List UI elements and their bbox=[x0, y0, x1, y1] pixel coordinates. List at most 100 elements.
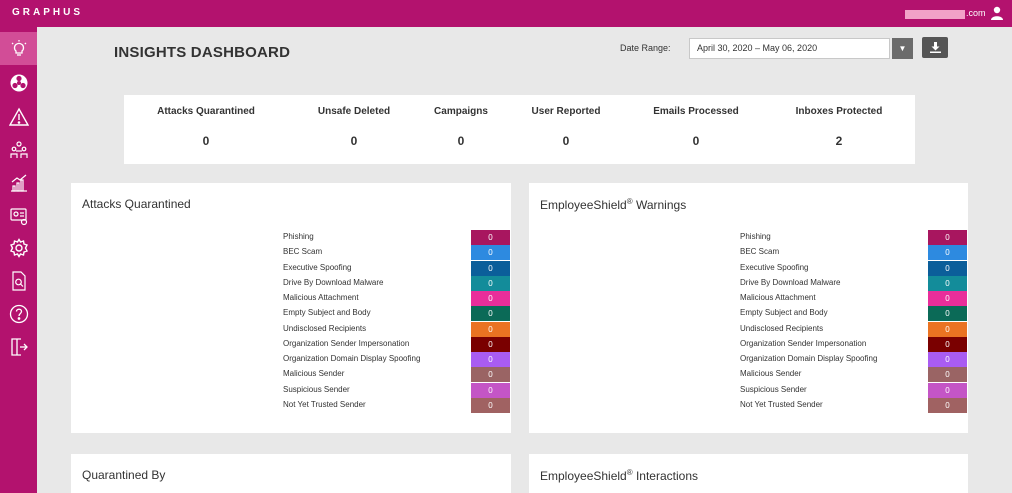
stat-user-reported[interactable]: User Reported 0 bbox=[516, 95, 616, 164]
sidebar-item-search-docs[interactable] bbox=[0, 264, 37, 297]
legend-row[interactable]: Empty Subject and Body 0 bbox=[283, 306, 513, 322]
legend-row[interactable]: Malicious Attachment 0 bbox=[740, 291, 970, 306]
legend-row[interactable]: Drive By Download Malware 0 bbox=[740, 275, 970, 291]
legend-label: Organization Domain Display Spoofing bbox=[740, 354, 878, 363]
stat-label: Emails Processed bbox=[653, 106, 739, 117]
biohazard-icon bbox=[10, 74, 27, 91]
legend-count: 0 bbox=[471, 260, 510, 276]
legend-count: 0 bbox=[471, 245, 510, 261]
warning-icon bbox=[8, 107, 29, 126]
legend-label: Empty Subject and Body bbox=[740, 308, 828, 318]
sidebar-item-help[interactable] bbox=[0, 297, 37, 330]
legend-row[interactable]: Suspicious Sender 0 bbox=[283, 382, 513, 398]
legend-row[interactable]: Phishing 0 bbox=[283, 230, 513, 245]
sidebar-item-identity[interactable] bbox=[0, 199, 37, 232]
legend-row[interactable]: Malicious Sender 0 bbox=[283, 367, 513, 383]
stat-value: 0 bbox=[350, 134, 358, 148]
quarantined-by-panel: Quarantined By bbox=[71, 454, 511, 493]
sidebar-item-biohazard[interactable] bbox=[0, 66, 37, 99]
legend-label: Undisclosed Recipients bbox=[740, 323, 824, 333]
date-range-dropdown-button[interactable]: ▼ bbox=[892, 38, 913, 59]
legend-row[interactable]: Drive By Download Malware 0 bbox=[283, 275, 513, 291]
legend-count: 0 bbox=[928, 230, 967, 245]
legend-count: 0 bbox=[471, 352, 510, 367]
chart-icon bbox=[10, 174, 27, 192]
legend-label: Organization Domain Display Spoofing bbox=[283, 354, 421, 363]
legend-label: Not Yet Trusted Sender bbox=[740, 399, 823, 409]
legend-count: 0 bbox=[928, 291, 967, 306]
users-icon bbox=[9, 140, 28, 158]
legend-count: 0 bbox=[471, 382, 510, 398]
legend-row[interactable]: Undisclosed Recipients 0 bbox=[740, 321, 970, 337]
legend-count: 0 bbox=[471, 275, 510, 291]
legend-row[interactable]: Organization Sender Impersonation 0 bbox=[283, 336, 513, 352]
legend-label: Suspicious Sender bbox=[740, 384, 807, 394]
sidebar-item-reports[interactable] bbox=[0, 166, 37, 199]
legend-row[interactable]: Executive Spoofing 0 bbox=[740, 260, 970, 276]
sidebar-item-logout[interactable] bbox=[0, 330, 37, 363]
stat-inboxes-protected[interactable]: Inboxes Protected 2 bbox=[781, 95, 897, 164]
stat-campaigns[interactable]: Campaigns 0 bbox=[421, 95, 501, 164]
legend-row[interactable]: BEC Scam 0 bbox=[740, 245, 970, 261]
stat-label: Campaigns bbox=[434, 106, 488, 117]
stat-attacks-quarantined[interactable]: Attacks Quarantined 0 bbox=[144, 95, 268, 164]
stat-label: Inboxes Protected bbox=[795, 106, 883, 117]
legend-count: 0 bbox=[471, 291, 510, 306]
sidebar-item-alerts[interactable] bbox=[0, 100, 37, 133]
summary-stats-card: Attacks Quarantined 0 Unsafe Deleted 0 C… bbox=[124, 95, 915, 164]
user-email-redacted bbox=[905, 10, 965, 19]
panel-title-text: EmployeeShield bbox=[540, 469, 627, 483]
legend-row[interactable]: Not Yet Trusted Sender 0 bbox=[283, 397, 513, 413]
legend-row[interactable]: Malicious Attachment 0 bbox=[283, 291, 513, 306]
panel-title: Quarantined By bbox=[82, 468, 166, 482]
panel-title-suffix: Warnings bbox=[632, 198, 687, 212]
stat-emails-processed[interactable]: Emails Processed 0 bbox=[641, 95, 751, 164]
date-range-input[interactable]: April 30, 2020 – May 06, 2020 bbox=[689, 38, 890, 59]
legend-count: 0 bbox=[928, 275, 967, 291]
logout-icon bbox=[10, 337, 28, 356]
download-button[interactable] bbox=[922, 37, 948, 58]
stat-value: 0 bbox=[562, 134, 570, 148]
legend-row[interactable]: Malicious Sender 0 bbox=[740, 367, 970, 383]
stat-label: User Reported bbox=[531, 106, 601, 117]
legend-row[interactable]: BEC Scam 0 bbox=[283, 245, 513, 261]
legend-count: 0 bbox=[471, 230, 510, 245]
legend-label: Organization Sender Impersonation bbox=[740, 338, 867, 348]
id-card-icon bbox=[9, 207, 27, 225]
sidebar-item-users[interactable] bbox=[0, 133, 37, 166]
legend-row[interactable]: Not Yet Trusted Sender 0 bbox=[740, 397, 970, 413]
graphus-logo[interactable]: GRAPHUS bbox=[12, 7, 83, 18]
legend-row[interactable]: Suspicious Sender 0 bbox=[740, 382, 970, 398]
legend-row[interactable]: Empty Subject and Body 0 bbox=[740, 306, 970, 322]
employeeshield-warnings-panel: EmployeeShield® Warnings Phishing 0 BEC Sc… bbox=[529, 183, 968, 433]
stat-unsafe-deleted[interactable]: Unsafe Deleted 0 bbox=[304, 95, 404, 164]
document-search-icon bbox=[11, 270, 26, 291]
panel-title: EmployeeShield® Interactions bbox=[540, 468, 698, 483]
legend-row[interactable]: Organization Sender Impersonation 0 bbox=[740, 336, 970, 352]
legend-count: 0 bbox=[471, 321, 510, 337]
legend-count: 0 bbox=[928, 260, 967, 276]
legend-label: Malicious Sender bbox=[283, 369, 345, 379]
legend-label: Drive By Download Malware bbox=[740, 277, 841, 287]
legend-label: Malicious Sender bbox=[740, 369, 802, 379]
sidebar-item-settings[interactable] bbox=[0, 231, 37, 264]
legend-row[interactable]: Organization Domain Display Spoofing 0 bbox=[283, 352, 513, 367]
panel-title: EmployeeShield® Warnings bbox=[540, 197, 686, 212]
user-email-domain[interactable]: .com bbox=[966, 8, 986, 18]
legend-row[interactable]: Organization Domain Display Spoofing 0 bbox=[740, 352, 970, 367]
legend-label: Undisclosed Recipients bbox=[283, 323, 367, 333]
panel-title-text: EmployeeShield bbox=[540, 198, 627, 212]
legend-count: 0 bbox=[928, 306, 967, 322]
legend-label: Phishing bbox=[283, 232, 314, 241]
main-content: INSIGHTS DASHBOARD Date Range: April 30,… bbox=[37, 27, 1012, 493]
legend-row[interactable]: Phishing 0 bbox=[740, 230, 970, 245]
legend-row[interactable]: Executive Spoofing 0 bbox=[283, 260, 513, 276]
panel-title-suffix: Interactions bbox=[632, 469, 698, 483]
user-icon[interactable] bbox=[990, 6, 1004, 20]
legend-row[interactable]: Undisclosed Recipients 0 bbox=[283, 321, 513, 337]
legend-count: 0 bbox=[928, 367, 967, 383]
sidebar bbox=[0, 27, 37, 493]
legend-label: BEC Scam bbox=[283, 247, 323, 257]
sidebar-item-insights[interactable] bbox=[0, 32, 37, 65]
lightbulb-icon bbox=[11, 39, 26, 56]
